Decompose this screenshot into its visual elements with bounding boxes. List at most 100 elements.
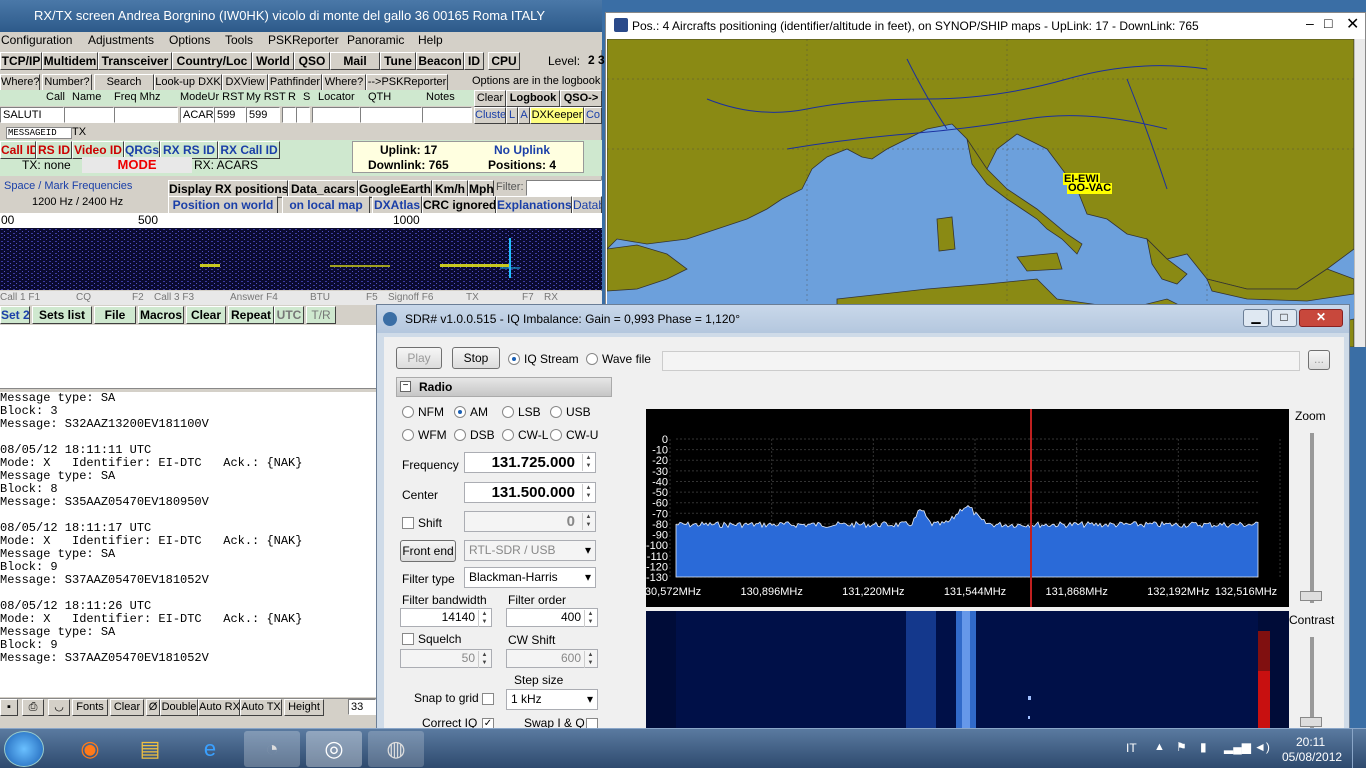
menu-panoramic[interactable]: Panoramic bbox=[347, 33, 404, 47]
rx-call-id-button[interactable]: RX Call ID bbox=[218, 141, 280, 159]
qth-input[interactable] bbox=[360, 107, 422, 123]
spectrum-display[interactable]: 0 -10 -20 -30 -40 -50 -60 -70 -80 -90 -100 -110 -120… bbox=[639, 409, 1289, 607]
pathfinder-button[interactable]: Pathfinder bbox=[268, 74, 322, 91]
multipsk-icon[interactable]: ◎ bbox=[306, 731, 362, 767]
file-button[interactable]: File bbox=[94, 306, 136, 324]
ur-rst-input[interactable]: 599 bbox=[214, 107, 246, 123]
save-icon[interactable]: ▪ bbox=[0, 699, 18, 716]
fkey-cq[interactable]: CQ bbox=[76, 292, 91, 306]
explorer-folder-icon[interactable]: ▤ bbox=[122, 731, 178, 767]
center-input[interactable]: 131.500.000 ▲ ▼ bbox=[464, 482, 596, 503]
frequency-input[interactable]: 131.725.000 ▲ ▼ bbox=[464, 452, 596, 473]
explanations-button[interactable]: Explanations bbox=[496, 196, 572, 214]
snap-to-grid-checkbox[interactable] bbox=[482, 693, 494, 705]
height-input[interactable]: 33 bbox=[348, 699, 376, 715]
dxview-button[interactable]: DXView bbox=[222, 74, 268, 91]
tray-power-icon[interactable]: ▮ bbox=[1200, 740, 1207, 754]
menu-adjustments[interactable]: Adjustments bbox=[88, 33, 154, 47]
fkey-f2[interactable]: F2 bbox=[132, 292, 144, 306]
radio-panel-header[interactable]: − Radio bbox=[396, 377, 612, 397]
frequency-spin-icon[interactable]: ▲ ▼ bbox=[582, 454, 594, 471]
qso-button[interactable]: QSO bbox=[294, 52, 330, 70]
on-local-map-button[interactable]: on local map bbox=[282, 196, 370, 214]
squelch-spin-icon[interactable]: ▲ ▼ bbox=[478, 651, 490, 668]
mode-am-radio[interactable]: AM bbox=[454, 405, 488, 419]
rxtx-titlebar[interactable]: RX/TX screen Andrea Borgnino (IW0HK) vic… bbox=[0, 0, 602, 32]
tune-button[interactable]: Tune bbox=[380, 52, 416, 70]
mode-dsb-radio[interactable]: DSB bbox=[454, 428, 495, 442]
step-size-select[interactable]: 1 kHz bbox=[506, 689, 598, 710]
tray-arrow-icon[interactable]: ▲ bbox=[1154, 741, 1165, 753]
number-button[interactable]: Number? bbox=[42, 74, 92, 91]
squelch-input[interactable]: 50 ▲ ▼ bbox=[400, 649, 492, 668]
s-input[interactable] bbox=[296, 107, 310, 123]
rx-waterfall[interactable] bbox=[0, 228, 602, 290]
close-icon[interactable]: ✕ bbox=[1346, 14, 1364, 34]
messageid-tab[interactable]: MESSAGEID bbox=[6, 127, 72, 139]
print-icon[interactable]: ⎙ bbox=[22, 699, 44, 716]
start-button[interactable] bbox=[4, 731, 44, 767]
call-id-button[interactable]: Call ID bbox=[0, 141, 36, 159]
name-input[interactable] bbox=[64, 107, 114, 123]
mode-button[interactable]: MODE bbox=[82, 157, 192, 173]
locator-input[interactable] bbox=[312, 107, 360, 123]
mode-lsb-radio[interactable]: LSB bbox=[502, 405, 541, 419]
aircraft-label-oo-vac[interactable]: OO-VAC bbox=[1067, 183, 1113, 194]
clear-rx-button[interactable]: Clear bbox=[110, 699, 144, 716]
height-button[interactable]: Height bbox=[284, 699, 324, 716]
a-button[interactable]: A bbox=[518, 107, 530, 124]
menu-help[interactable]: Help bbox=[418, 33, 443, 47]
internet-explorer-icon[interactable]: e bbox=[182, 731, 238, 767]
smile-icon[interactable]: ◡ bbox=[48, 699, 70, 716]
where-button-1[interactable]: Where? bbox=[0, 74, 40, 91]
co-button[interactable]: Co bbox=[584, 107, 602, 124]
sdr-minimize-icon[interactable]: ▁ bbox=[1243, 309, 1269, 327]
sdrsharp-taskbar-icon[interactable]: ◍ bbox=[368, 731, 424, 767]
fonts-button[interactable]: Fonts bbox=[72, 699, 108, 716]
wave-file-radio[interactable]: Wave file bbox=[586, 352, 651, 366]
shift-spin-icon[interactable]: ▲ ▼ bbox=[582, 513, 594, 530]
show-desktop-button[interactable] bbox=[1352, 729, 1366, 768]
sdr-titlebar[interactable]: SDR# v1.0.0.515 - IQ Imbalance: Gain = 0… bbox=[377, 305, 1349, 333]
mode-input[interactable]: ACAR bbox=[180, 107, 214, 123]
filter-bandwidth-input[interactable]: 14140 ▲ ▼ bbox=[400, 608, 492, 627]
set2-button[interactable]: Set 2 bbox=[0, 306, 30, 324]
fkey-btu[interactable]: BTU bbox=[310, 292, 330, 306]
shift-checkbox[interactable]: Shift bbox=[402, 516, 442, 530]
r-input[interactable] bbox=[282, 107, 296, 123]
sdr-close-icon[interactable]: ✕ bbox=[1299, 309, 1343, 327]
macros-button[interactable]: Macros bbox=[138, 306, 184, 324]
contrast-slider-thumb[interactable] bbox=[1300, 717, 1322, 727]
collapse-icon[interactable]: − bbox=[400, 381, 411, 392]
filter-type-select[interactable]: Blackman-Harris bbox=[464, 567, 596, 588]
logbook-button[interactable]: Logbook bbox=[506, 90, 560, 107]
order-spin-icon[interactable]: ▲ ▼ bbox=[584, 610, 596, 627]
sets-list-button[interactable]: Sets list bbox=[32, 306, 92, 324]
rx-message-log[interactable]: Message type: SA Block: 3 Message: S32AA… bbox=[0, 392, 378, 697]
sdr-maximize-icon[interactable]: □ bbox=[1271, 309, 1297, 327]
cw-spin-icon[interactable]: ▲ ▼ bbox=[584, 651, 596, 668]
clock-time[interactable]: 20:11 bbox=[1296, 735, 1325, 749]
dxkeeper-button[interactable]: DXKeeper bbox=[530, 107, 584, 124]
repeat-button[interactable]: Repeat bbox=[228, 306, 274, 324]
clear-log-button[interactable]: Clear bbox=[474, 90, 506, 107]
country-loc-button[interactable]: Country/Loc bbox=[172, 52, 252, 70]
where-button-2[interactable]: Where? bbox=[322, 74, 366, 91]
tx-text-area[interactable] bbox=[0, 325, 378, 389]
language-indicator[interactable]: IT bbox=[1126, 741, 1137, 755]
cluster-button[interactable]: Cluster bbox=[474, 107, 506, 124]
minimize-icon[interactable]: – bbox=[1306, 15, 1324, 31]
transceiver-button[interactable]: Transceiver bbox=[98, 52, 172, 70]
filter-input[interactable] bbox=[526, 180, 602, 196]
front-end-select[interactable]: RTL-SDR / USB bbox=[464, 540, 596, 561]
filter-order-input[interactable]: 400 ▲ ▼ bbox=[506, 608, 598, 627]
maximize-icon[interactable]: □ bbox=[1324, 15, 1342, 31]
notes-input[interactable] bbox=[422, 107, 472, 123]
iq-stream-radio[interactable]: IQ Stream bbox=[508, 352, 579, 366]
lookup-dxk-button[interactable]: Look-up DXK bbox=[154, 74, 222, 91]
menu-pskreporter[interactable]: PSKReporter bbox=[268, 33, 339, 47]
mode-cwl-radio[interactable]: CW-L bbox=[502, 428, 548, 442]
bandwidth-spin-icon[interactable]: ▲ ▼ bbox=[478, 610, 490, 627]
shift-input[interactable]: 0 ▲ ▼ bbox=[464, 511, 596, 532]
position-on-world-button[interactable]: Position on world bbox=[168, 196, 278, 214]
